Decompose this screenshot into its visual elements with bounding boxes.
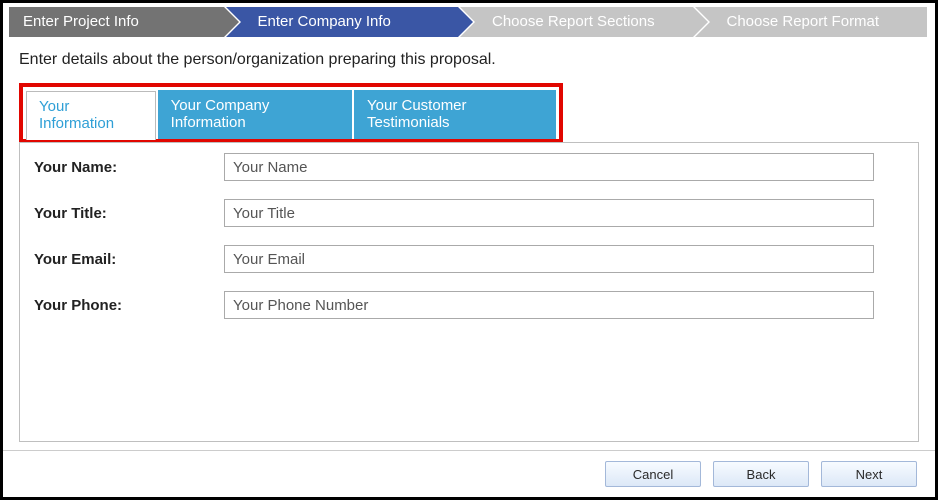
tab-label: Your Company Information	[171, 97, 270, 131]
page-instruction: Enter details about the person/organizat…	[19, 51, 919, 69]
row-your-phone: Your Phone:	[34, 291, 904, 319]
label-your-phone: Your Phone:	[34, 297, 224, 314]
input-your-phone[interactable]	[224, 291, 874, 319]
step-company-info[interactable]: Enter Company Info	[226, 7, 459, 37]
step-report-format[interactable]: Choose Report Format	[695, 7, 928, 37]
wizard-footer: Cancel Back Next	[3, 450, 935, 497]
label-your-email: Your Email:	[34, 251, 224, 268]
back-button[interactable]: Back	[713, 461, 809, 487]
step-label: Enter Project Info	[23, 13, 139, 30]
tab-label: Your Customer Testimonials	[367, 97, 467, 131]
label-your-name: Your Name:	[34, 159, 224, 176]
input-your-email[interactable]	[224, 245, 874, 273]
tab-label: Your Information	[39, 98, 114, 132]
tab-company-information[interactable]: Your Company Information	[158, 90, 352, 139]
tab-highlight-box: Your Information Your Company Informatio…	[19, 83, 563, 143]
input-your-title[interactable]	[224, 199, 874, 227]
wizard-body: Enter details about the person/organizat…	[3, 37, 935, 450]
form-panel: Your Name: Your Title: Your Email: Your …	[19, 142, 919, 442]
step-label: Choose Report Format	[727, 13, 880, 30]
label-your-title: Your Title:	[34, 205, 224, 222]
input-your-name[interactable]	[224, 153, 874, 181]
step-report-sections[interactable]: Choose Report Sections	[460, 7, 693, 37]
cancel-button[interactable]: Cancel	[605, 461, 701, 487]
row-your-email: Your Email:	[34, 245, 904, 273]
tab-customer-testimonials[interactable]: Your Customer Testimonials	[354, 90, 556, 139]
row-your-name: Your Name:	[34, 153, 904, 181]
next-button[interactable]: Next	[821, 461, 917, 487]
step-label: Choose Report Sections	[492, 13, 655, 30]
step-label: Enter Company Info	[258, 13, 391, 30]
tab-strip: Your Information Your Company Informatio…	[26, 90, 556, 139]
wizard-step-bar: Enter Project Info Enter Company Info Ch…	[3, 3, 935, 37]
tab-your-information[interactable]: Your Information	[26, 91, 156, 140]
wizard-frame: Enter Project Info Enter Company Info Ch…	[0, 0, 938, 500]
row-your-title: Your Title:	[34, 199, 904, 227]
step-project-info[interactable]: Enter Project Info	[9, 7, 224, 37]
